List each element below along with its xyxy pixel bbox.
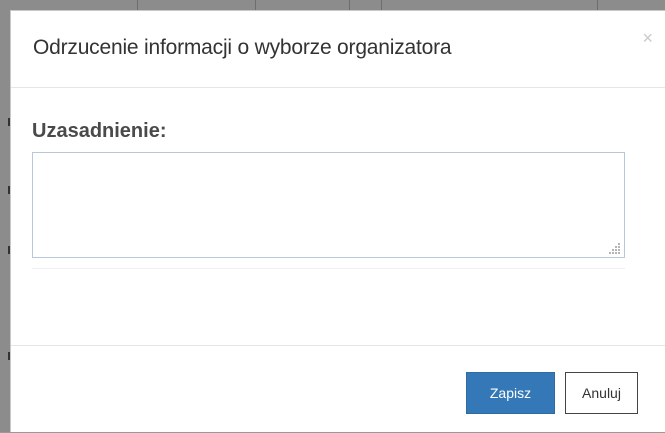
- resize-grip-icon[interactable]: [609, 242, 621, 254]
- backdrop-divider: [255, 0, 256, 10]
- modal-title: Odrzucenie informacji o wyborze organiza…: [33, 36, 452, 59]
- modal-body: Uzasadnienie:: [11, 88, 665, 345]
- justification-field-wrapper: [32, 152, 625, 258]
- backdrop-divider: [597, 0, 598, 10]
- justification-label: Uzasadnienie:: [32, 120, 167, 142]
- modal-footer: Zapisz Anuluj: [11, 345, 665, 433]
- cancel-button[interactable]: Anuluj: [565, 372, 638, 414]
- field-divider: [32, 268, 625, 269]
- backdrop-divider: [381, 0, 382, 10]
- justification-textarea[interactable]: [33, 153, 624, 257]
- close-icon[interactable]: ×: [642, 29, 653, 47]
- backdrop-divider: [349, 0, 350, 10]
- reject-dialog: Odrzucenie informacji o wyborze organiza…: [10, 10, 665, 432]
- modal-header: Odrzucenie informacji o wyborze organiza…: [11, 11, 665, 88]
- backdrop-divider: [137, 0, 138, 10]
- save-button[interactable]: Zapisz: [466, 372, 555, 414]
